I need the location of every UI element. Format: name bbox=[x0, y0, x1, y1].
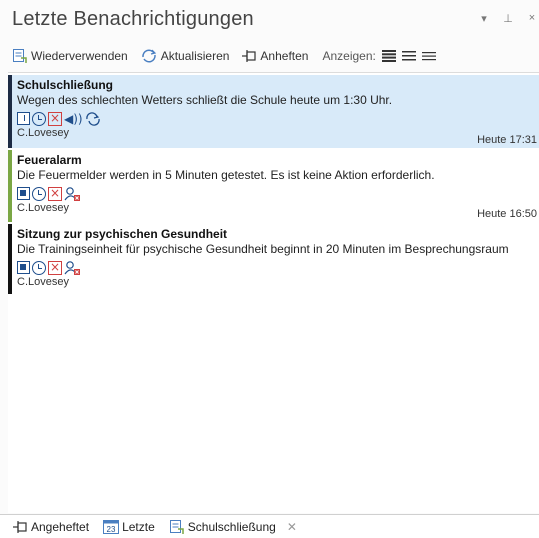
title-bar: Letzte Benachrichtigungen ▾ ⊥ × bbox=[0, 0, 539, 38]
list-item[interactable]: Schulschließung Wegen des schlechten Wet… bbox=[8, 75, 539, 148]
pushpin-icon bbox=[242, 50, 257, 62]
snooze-clock-icon[interactable] bbox=[32, 111, 46, 126]
notification-sender: C.Lovesey bbox=[17, 276, 69, 288]
list-item[interactable]: Feueralarm Die Feuermelder werden in 5 M… bbox=[8, 150, 539, 222]
pin-label: Anheften bbox=[260, 49, 309, 63]
action-icons: × ◀)) bbox=[17, 110, 539, 127]
reuse-button[interactable]: Wiederverwenden bbox=[12, 45, 128, 67]
notifications-panel: Letzte Benachrichtigungen ▾ ⊥ × Wiederve… bbox=[0, 0, 539, 538]
dismiss-icon[interactable]: × bbox=[48, 186, 62, 201]
user-remove-icon[interactable] bbox=[64, 260, 81, 276]
show-label: Anzeigen: bbox=[322, 49, 376, 63]
pushpin-icon bbox=[13, 520, 27, 533]
reuse-icon bbox=[13, 49, 27, 63]
view-normal-icon[interactable] bbox=[401, 50, 416, 62]
close-icon[interactable]: × bbox=[525, 12, 539, 25]
snooze-clock-icon[interactable] bbox=[32, 186, 46, 201]
dropdown-icon[interactable]: ▾ bbox=[477, 12, 491, 25]
item-content: Sitzung zur psychischen Gesundheit Die T… bbox=[17, 224, 539, 294]
view-detailed-icon[interactable] bbox=[381, 50, 396, 62]
notification-title: Feueralarm bbox=[17, 153, 82, 167]
notification-time: Heute 16:50 bbox=[477, 208, 537, 220]
pin-button[interactable]: Anheften bbox=[241, 45, 308, 67]
notification-sender: C.Lovesey bbox=[17, 202, 69, 214]
view-compact-icon[interactable] bbox=[421, 50, 436, 62]
item-content: Schulschließung Wegen des schlechten Wet… bbox=[17, 75, 539, 148]
panel-title: Letzte Benachrichtigungen bbox=[12, 8, 254, 30]
window-controls: ▾ ⊥ × bbox=[477, 12, 539, 25]
action-icons: × bbox=[17, 259, 539, 276]
user-remove-icon[interactable] bbox=[64, 186, 81, 202]
priority-bar bbox=[8, 150, 12, 222]
bottom-tabs: Angeheftet 23 Letzte Schulschließung ✕ bbox=[0, 514, 539, 538]
tab-pinned[interactable]: Angeheftet bbox=[10, 517, 91, 537]
notification-time: Heute 17:31 bbox=[477, 134, 537, 146]
refresh-label: Aktualisieren bbox=[160, 49, 230, 63]
notification-sender: C.Lovesey bbox=[17, 127, 69, 139]
notification-title: Sitzung zur psychischen Gesundheit bbox=[17, 227, 228, 241]
tab-recent-label: Letzte bbox=[122, 519, 155, 534]
notification-list: Schulschließung Wegen des schlechten Wet… bbox=[8, 72, 539, 513]
pin-window-icon[interactable]: ⊥ bbox=[501, 12, 515, 25]
document-icon bbox=[169, 519, 184, 534]
tab-school-label: Schulschließung bbox=[187, 519, 276, 534]
tab-recent[interactable]: 23 Letzte bbox=[101, 516, 157, 537]
notification-message: Die Trainingseinheit für psychische Gesu… bbox=[17, 242, 509, 256]
tab-school-closure[interactable]: Schulschließung ✕ bbox=[167, 517, 299, 537]
dismiss-icon[interactable]: × bbox=[48, 111, 62, 126]
tab-pinned-label: Angeheftet bbox=[31, 519, 90, 534]
notification-message: Wegen des schlechten Wetters schließt di… bbox=[17, 93, 393, 107]
notification-title: Schulschließung bbox=[17, 78, 114, 92]
notification-message: Die Feuermelder werden in 5 Minuten gete… bbox=[17, 168, 435, 182]
toolbar: Wiederverwenden Aktualisieren Anheften A… bbox=[0, 44, 539, 68]
action-icons: × bbox=[17, 185, 539, 202]
item-content: Feueralarm Die Feuermelder werden in 5 M… bbox=[17, 150, 539, 222]
calendar-icon: 23 bbox=[103, 520, 120, 534]
snooze-clock-icon[interactable] bbox=[32, 260, 46, 275]
open-icon[interactable] bbox=[17, 112, 30, 125]
repeat-icon[interactable] bbox=[85, 111, 101, 126]
refresh-icon bbox=[141, 49, 156, 63]
priority-bar bbox=[8, 75, 12, 148]
close-tab-icon[interactable]: ✕ bbox=[287, 520, 297, 534]
refresh-button[interactable]: Aktualisieren bbox=[140, 45, 230, 67]
list-item[interactable]: Sitzung zur psychischen Gesundheit Die T… bbox=[8, 224, 539, 294]
priority-bar bbox=[8, 224, 12, 294]
open-icon[interactable] bbox=[17, 187, 30, 200]
calendar-day-number: 23 bbox=[107, 525, 116, 534]
dismiss-icon[interactable]: × bbox=[48, 260, 62, 275]
open-icon[interactable] bbox=[17, 261, 30, 274]
speaker-icon[interactable]: ◀)) bbox=[64, 112, 83, 126]
reuse-label: Wiederverwenden bbox=[31, 49, 128, 63]
